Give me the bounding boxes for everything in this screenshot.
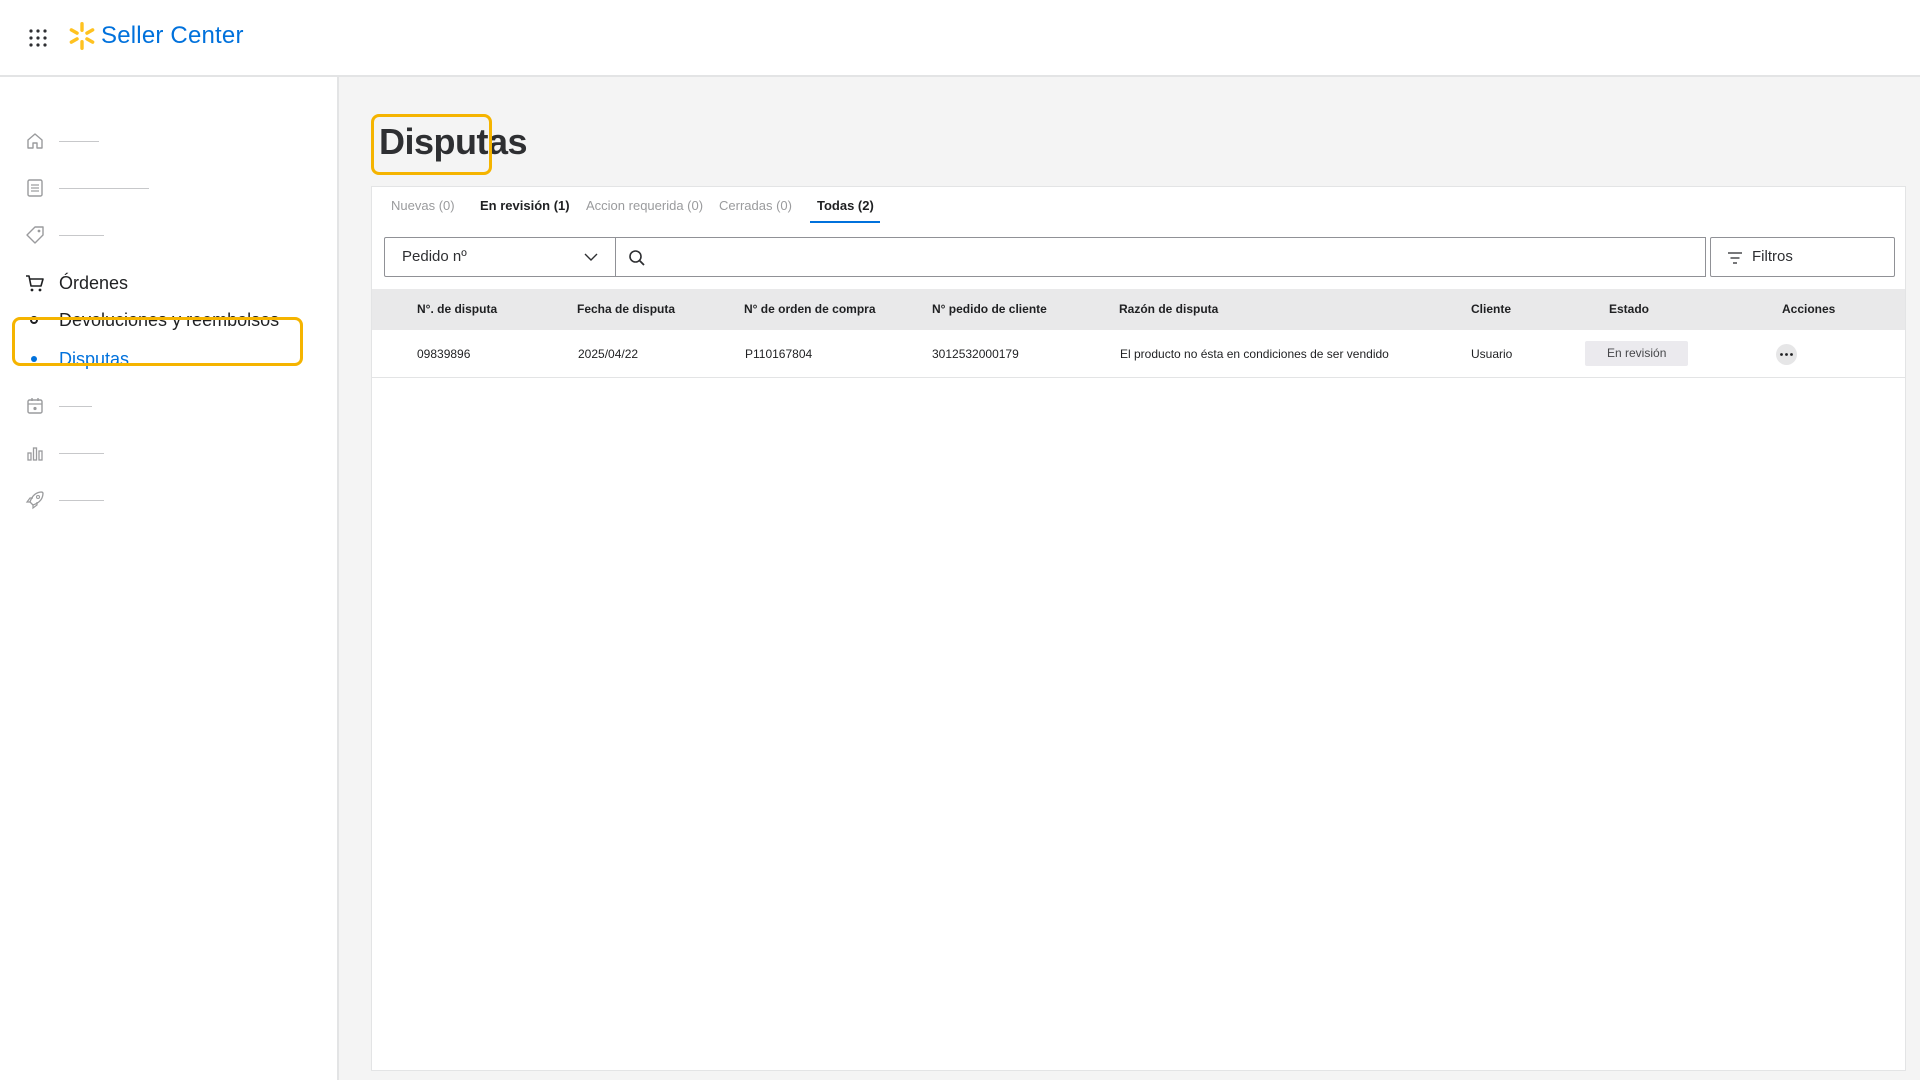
cell-customer: Usuario	[1471, 347, 1513, 361]
sidebar-item-growth[interactable]	[0, 482, 339, 518]
filters-button[interactable]: Filtros	[1710, 237, 1895, 277]
tab-selected-indicator	[810, 221, 880, 223]
column-header[interactable]: Razón de disputa	[1119, 302, 1218, 316]
search-field-select[interactable]: Pedido nº	[384, 237, 616, 277]
sidebar-item-analytics[interactable]	[0, 435, 339, 471]
tab-all[interactable]: Todas (2)	[817, 198, 874, 213]
sidebar-item-placeholder	[59, 453, 104, 454]
sidebar-item-calendar[interactable]	[0, 388, 339, 424]
status-badge: En revisión	[1585, 341, 1689, 366]
column-header[interactable]: N° pedido de cliente	[932, 302, 1047, 316]
column-header[interactable]: Cliente	[1471, 302, 1511, 316]
search-input[interactable]	[658, 244, 1688, 270]
sidebar-item-home[interactable]	[0, 123, 339, 159]
sidebar-item-label: Órdenes	[59, 273, 129, 293]
search-icon	[629, 250, 645, 266]
cell-dispute-reason: El producto no ésta en condiciones de se…	[1120, 347, 1389, 361]
select-value: Pedido nº	[402, 248, 467, 265]
cell-dispute-date: 2025/04/22	[578, 347, 639, 361]
table-header: N°. de disputa Fecha de disputa N° de or…	[372, 289, 1905, 330]
list-icon	[27, 179, 43, 197]
cell-customer-order: 3012532000179	[932, 347, 1019, 361]
row-actions-button[interactable]	[1776, 344, 1797, 365]
chevron-down-icon	[584, 253, 598, 261]
sidebar-item-placeholder	[59, 141, 99, 142]
disputes-card: Nuevas (0) En revisión (1) Accion requer…	[371, 186, 1906, 1071]
main-content: Disputas Nuevas (0) En revisión (1) Acci…	[339, 77, 1920, 1080]
apps-grid-icon[interactable]	[28, 28, 48, 48]
sidebar-item-label: Disputas	[59, 349, 130, 369]
column-header[interactable]: Fecha de disputa	[577, 302, 675, 316]
calendar-icon	[27, 398, 43, 414]
tag-icon	[26, 226, 44, 244]
home-icon	[27, 133, 43, 149]
cell-dispute-number[interactable]: 09839896	[417, 347, 470, 361]
search-box[interactable]	[615, 237, 1706, 277]
tab-bar: Nuevas (0) En revisión (1) Accion requer…	[372, 187, 1905, 227]
filter-icon	[1728, 252, 1742, 264]
tab-new[interactable]: Nuevas (0)	[391, 198, 455, 213]
tab-action-required[interactable]: Accion requerida (0)	[586, 198, 703, 213]
sidebar-item-placeholder	[59, 188, 149, 189]
column-header[interactable]: Estado	[1609, 302, 1649, 316]
sidebar-item-orders[interactable]: Órdenes	[0, 265, 339, 301]
column-header: Acciones	[1782, 302, 1836, 316]
sidebar-item-tag[interactable]	[0, 217, 339, 253]
filters-label: Filtros	[1752, 248, 1793, 265]
more-horizontal-icon	[1780, 353, 1793, 356]
column-header[interactable]: N°. de disputa	[417, 302, 497, 316]
sidebar-item-placeholder	[59, 235, 104, 236]
sidebar-item-returns[interactable]: Devoluciones y reembolsos	[0, 302, 339, 338]
sidebar-item-list[interactable]	[0, 170, 339, 206]
brand-name[interactable]: Seller Center	[101, 22, 244, 50]
top-header: Seller Center	[0, 0, 1920, 77]
rocket-icon	[25, 491, 44, 510]
cart-icon	[26, 275, 44, 292]
cell-purchase-order: P110167804	[745, 347, 813, 361]
sidebar-item-disputes[interactable]: Disputas	[0, 341, 339, 377]
column-header[interactable]: N° de orden de compra	[744, 302, 876, 316]
tab-closed[interactable]: Cerradas (0)	[719, 198, 792, 213]
bullet-icon	[30, 316, 38, 324]
spark-icon[interactable]	[67, 21, 97, 51]
sidebar: Órdenes Devoluciones y reembolsos Disput…	[0, 77, 339, 1080]
table-row[interactable]: 09839896 2025/04/22 P110167804 301253200…	[372, 330, 1905, 378]
page-title: Disputas	[379, 121, 528, 162]
sidebar-item-placeholder	[59, 406, 92, 407]
bar-chart-icon	[27, 447, 43, 461]
bullet-icon	[31, 356, 37, 362]
sidebar-item-label: Devoluciones y reembolsos	[59, 310, 280, 330]
sidebar-item-placeholder	[59, 500, 104, 501]
tab-in-review[interactable]: En revisión (1)	[480, 198, 570, 213]
